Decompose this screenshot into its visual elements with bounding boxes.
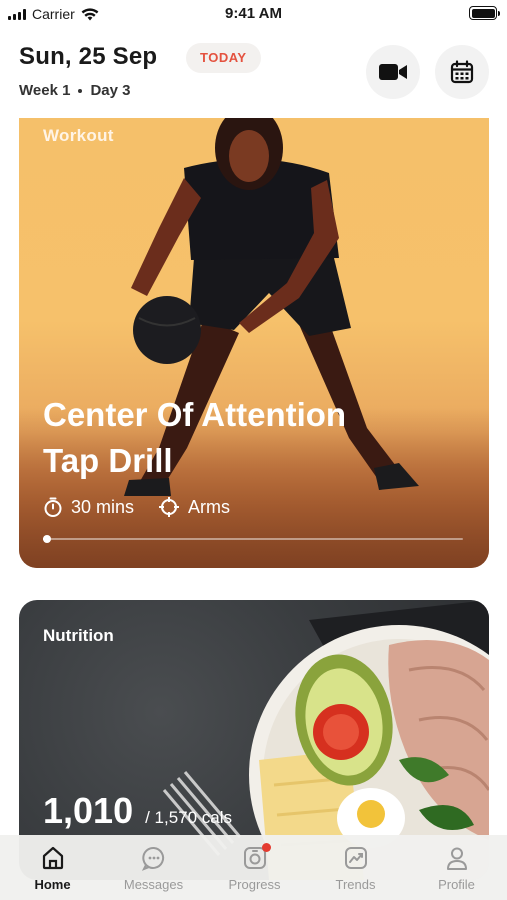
tab-messages[interactable]: Messages: [103, 843, 204, 892]
tab-home-label: Home: [34, 877, 71, 892]
calories-readout: 1,010 / 1,570 cals: [43, 790, 232, 832]
duration-value: 30 mins: [71, 496, 135, 517]
workout-title: Center Of Attention Tap Drill: [43, 392, 463, 484]
workout-title-line1: Center Of Attention: [43, 396, 347, 433]
notification-badge: [262, 843, 271, 852]
tab-profile-label: Profile: [438, 877, 475, 892]
nutrition-label: Nutrition: [43, 626, 114, 645]
day-label: Day 3: [90, 82, 131, 99]
messages-icon: [141, 846, 164, 871]
workout-label: Workout: [43, 126, 114, 145]
workout-progress-bar: [43, 535, 463, 543]
tab-bar: Home Messages Progress Trends Profile: [0, 835, 507, 900]
calories-value: 1,010: [43, 790, 134, 831]
tab-progress[interactable]: Progress: [204, 843, 305, 892]
page-title: Sun, 25 Sep: [19, 43, 158, 70]
workout-meta: 30 mins Arms: [43, 496, 254, 518]
header: Sun, 25 Sep TODAY Week 1 Day 3: [0, 30, 507, 118]
tab-profile[interactable]: Profile: [406, 843, 507, 892]
duration-item: 30 mins: [43, 497, 134, 518]
tab-trends[interactable]: Trends: [305, 843, 406, 892]
workout-card[interactable]: Workout Center Of Attention Tap Drill 30…: [19, 118, 489, 568]
status-bar: Carrier 9:41 AM: [0, 0, 507, 30]
week-label: Week 1: [19, 82, 71, 99]
home-icon: [42, 846, 63, 870]
week-day-info: Week 1 Day 3: [19, 82, 130, 99]
separator-dot: [78, 88, 83, 93]
trends-icon: [344, 847, 367, 869]
tab-home[interactable]: Home: [2, 843, 103, 892]
target-icon: [159, 497, 180, 517]
profile-icon: [446, 847, 467, 870]
battery-icon: [469, 6, 500, 20]
video-button[interactable]: [366, 45, 420, 99]
focus-value: Arms: [188, 496, 231, 517]
calendar-icon: [450, 60, 474, 84]
focus-item: Arms: [158, 496, 230, 518]
tab-progress-label: Progress: [228, 877, 281, 892]
calendar-button[interactable]: [435, 45, 489, 99]
today-badge[interactable]: TODAY: [186, 43, 261, 73]
tab-trends-label: Trends: [335, 877, 376, 892]
workout-title-line2: Tap Drill: [43, 442, 173, 479]
stopwatch-icon: [44, 497, 62, 517]
tab-messages-label: Messages: [123, 877, 184, 892]
calories-goal: / 1,570 cals: [145, 808, 233, 827]
video-camera-icon: [379, 64, 407, 80]
clock: 9:41 AM: [225, 5, 282, 22]
